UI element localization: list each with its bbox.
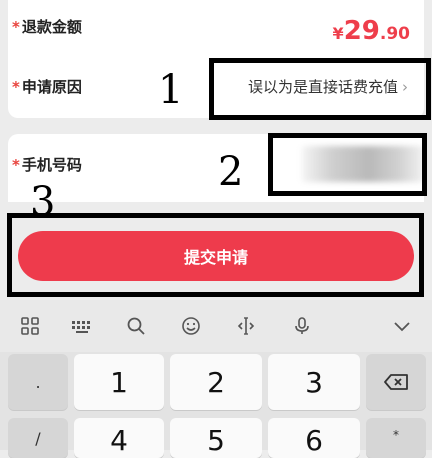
- annotation-number-2: 2: [218, 149, 244, 195]
- keyboard-toolbar: [0, 300, 432, 352]
- refund-amount: ¥29.90: [332, 16, 410, 46]
- required-star: *: [12, 156, 20, 174]
- key-star[interactable]: *: [366, 418, 426, 458]
- grid-icon[interactable]: [20, 316, 40, 336]
- annotation-box-3: [7, 213, 424, 297]
- search-icon[interactable]: [126, 316, 146, 336]
- key-5[interactable]: 5: [170, 418, 262, 458]
- key-4[interactable]: 4: [74, 418, 164, 458]
- key-1[interactable]: 1: [74, 354, 164, 410]
- keyboard-icon[interactable]: [70, 316, 94, 336]
- required-star: *: [12, 18, 20, 36]
- annotation-box-1: [209, 58, 431, 120]
- annotation-number-1: 1: [158, 67, 184, 113]
- required-star: *: [12, 78, 20, 96]
- chevron-down-icon[interactable]: [392, 316, 412, 336]
- annotation-number-3: 3: [30, 179, 56, 225]
- key-6[interactable]: 6: [268, 418, 360, 458]
- refund-amount-label: * 退款金额: [12, 18, 82, 36]
- number-keyboard: . / 1 2 3 4 5 6 *: [0, 352, 432, 458]
- reason-label: * 申请原因: [12, 78, 82, 96]
- key-3[interactable]: 3: [268, 354, 360, 410]
- microphone-icon[interactable]: [292, 316, 312, 336]
- backspace-key[interactable]: [366, 354, 426, 410]
- emoji-icon[interactable]: [181, 316, 201, 336]
- phone-label: * 手机号码: [12, 156, 82, 174]
- key-slash[interactable]: /: [8, 418, 68, 458]
- key-2[interactable]: 2: [170, 354, 262, 410]
- key-dot[interactable]: .: [8, 354, 68, 410]
- backspace-icon: [384, 374, 408, 390]
- cursor-icon[interactable]: [236, 316, 256, 336]
- annotation-box-2: [268, 133, 427, 196]
